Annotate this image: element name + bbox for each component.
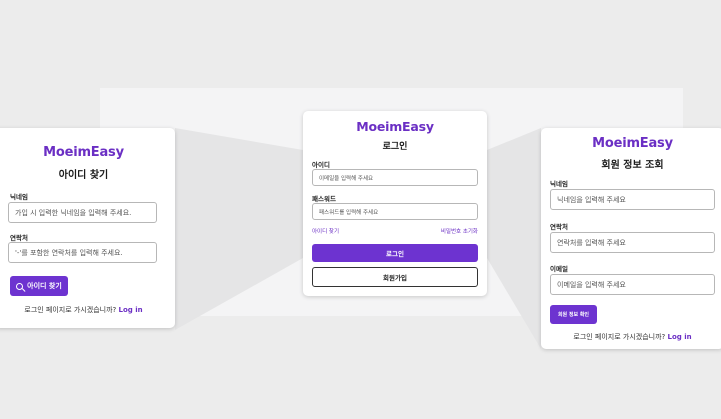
login-redirect-question: 로그인 페이지로 가시겠습니까? — [24, 306, 117, 314]
password-label: 패스워드 — [312, 195, 336, 203]
find-id-card: MoeimEasy 아이디 찾기 닉네임 가입 시 입력한 닉네임을 입력해 주… — [0, 128, 175, 328]
reset-password-link[interactable]: 비밀번호 초기화 — [441, 227, 478, 235]
phone-input[interactable]: '-'를 포함한 연락처를 입력해 주세요. — [8, 242, 157, 263]
find-id-link[interactable]: 아이디 찾기 — [312, 227, 339, 235]
confirm-member-info-button[interactable]: 회원 정보 확인 — [550, 305, 597, 324]
login-card: MoeimEasy 로그인 아이디 이메일을 입력해 주세요 패스워드 패스워드… — [303, 111, 487, 296]
email-input[interactable]: 이메일을 입력해 주세요 — [550, 274, 715, 295]
card-title: 아이디 찾기 — [58, 170, 109, 181]
card-title: 회원 정보 조회 — [601, 160, 664, 171]
member-info-card: MoeimEasy 회원 정보 조회 닉네임 닉네임을 입력해 주세요 연락처 … — [541, 128, 721, 349]
password-input[interactable]: 패스워드를 입력해 주세요 — [312, 203, 478, 220]
phone-label: 연락처 — [550, 223, 568, 231]
find-id-button-label: 아이디 찾기 — [27, 282, 62, 290]
nickname-input[interactable]: 가입 시 입력한 닉네임을 입력해 주세요. — [8, 202, 157, 223]
brand-logo: MoeimEasy — [592, 136, 673, 151]
find-id-button[interactable]: 아이디 찾기 — [10, 276, 68, 296]
nickname-label: 닉네임 — [550, 180, 568, 188]
login-redirect-text: 로그인 페이지로 가시겠습니까? Log in — [541, 332, 721, 342]
login-button[interactable]: 로그인 — [312, 244, 478, 262]
login-redirect-question: 로그인 페이지로 가시겠습니까? — [573, 333, 666, 341]
email-label: 이메일 — [550, 265, 568, 273]
login-link[interactable]: Log in — [119, 306, 143, 314]
signup-button[interactable]: 회원가입 — [312, 267, 478, 287]
brand-logo: MoeimEasy — [43, 145, 124, 160]
login-redirect-text: 로그인 페이지로 가시겠습니까? Log in — [0, 305, 175, 315]
connector-left — [175, 128, 303, 330]
id-input[interactable]: 이메일을 입력해 주세요 — [312, 169, 478, 186]
login-link[interactable]: Log in — [668, 333, 692, 341]
id-label: 아이디 — [312, 161, 330, 169]
card-title: 로그인 — [382, 142, 408, 152]
nickname-label: 닉네임 — [10, 193, 28, 201]
nickname-input[interactable]: 닉네임을 입력해 주세요 — [550, 189, 715, 210]
search-icon — [16, 282, 24, 290]
phone-input[interactable]: 연락처를 입력해 주세요 — [550, 232, 715, 253]
phone-label: 연락처 — [10, 234, 28, 242]
brand-logo: MoeimEasy — [356, 119, 434, 134]
connector-right — [487, 128, 541, 349]
